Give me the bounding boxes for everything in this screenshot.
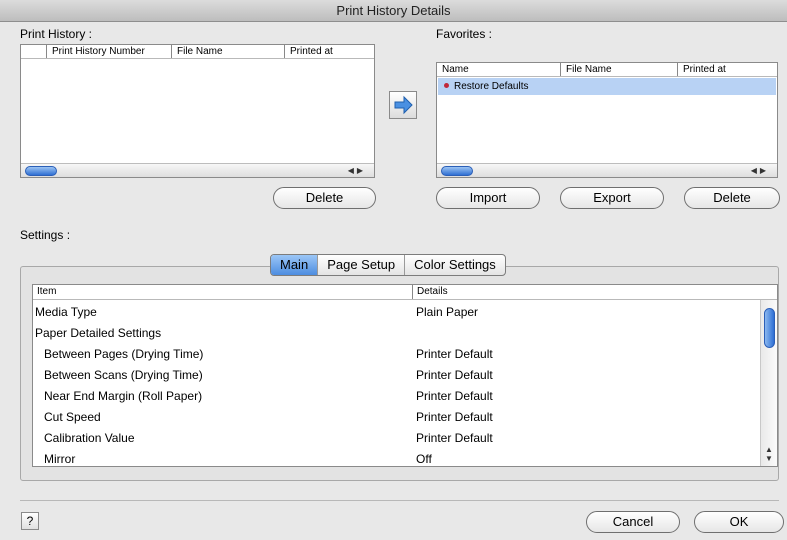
- column-name[interactable]: Name: [437, 63, 469, 76]
- favorites-label: Favorites :: [436, 27, 493, 41]
- print-history-list[interactable]: Print History Number File Name Printed a…: [20, 44, 375, 178]
- column-print-history-number[interactable]: Print History Number: [46, 45, 145, 58]
- scroll-thumb[interactable]: [25, 166, 57, 176]
- table-row[interactable]: Paper Detailed Settings: [33, 323, 759, 344]
- tab-color-settings[interactable]: Color Settings: [404, 255, 505, 275]
- import-button[interactable]: Import: [436, 187, 540, 209]
- item-cell: Cut Speed: [44, 410, 101, 424]
- favorites-list[interactable]: Name File Name Printed at Restore Defaul…: [436, 62, 778, 178]
- favorite-row[interactable]: Restore Defaults: [438, 78, 776, 95]
- tab-page-setup[interactable]: Page Setup: [317, 255, 404, 275]
- item-cell: Paper Detailed Settings: [35, 326, 162, 340]
- table-row[interactable]: Media Type Plain Paper: [33, 302, 759, 323]
- column-file-name[interactable]: File Name: [560, 63, 612, 76]
- details-cell: Printer Default: [416, 368, 493, 382]
- column-item[interactable]: Item: [33, 285, 56, 299]
- table-row[interactable]: Cut Speed Printer Default: [33, 407, 759, 428]
- scroll-arrows-icon[interactable]: ◀▶: [348, 164, 366, 177]
- details-cell: Plain Paper: [416, 305, 479, 319]
- table-row[interactable]: Near End Margin (Roll Paper) Printer Def…: [33, 386, 759, 407]
- column-details[interactable]: Details: [412, 285, 448, 299]
- settings-table[interactable]: Item Details Media Type Plain Paper Pape…: [32, 284, 778, 467]
- print-history-hscrollbar[interactable]: ◀▶: [21, 163, 374, 177]
- details-cell: Printer Default: [416, 431, 493, 445]
- item-cell: Media Type: [35, 305, 97, 319]
- cancel-button[interactable]: Cancel: [586, 511, 680, 533]
- favorite-name: Restore Defaults: [454, 81, 529, 92]
- details-cell: Off: [416, 452, 432, 466]
- settings-label: Settings :: [20, 228, 71, 242]
- favorites-delete-button[interactable]: Delete: [684, 187, 780, 209]
- help-icon[interactable]: ?: [21, 512, 39, 530]
- scroll-thumb[interactable]: [764, 308, 775, 348]
- details-cell: Printer Default: [416, 347, 493, 361]
- scroll-arrows-icon[interactable]: ◀▶: [751, 164, 769, 177]
- item-cell: Near End Margin (Roll Paper): [44, 389, 203, 403]
- add-to-favorites-button[interactable]: [389, 91, 417, 119]
- column-printed-at[interactable]: Printed at: [284, 45, 333, 58]
- settings-tabs: Main Page Setup Color Settings: [270, 254, 506, 276]
- right-arrow-icon: [394, 95, 413, 115]
- table-row[interactable]: Between Scans (Drying Time) Printer Defa…: [33, 365, 759, 386]
- settings-vscrollbar[interactable]: ▲ ▼: [760, 300, 777, 466]
- ok-button[interactable]: OK: [694, 511, 784, 533]
- window-title: Print History Details: [0, 0, 787, 22]
- settings-table-header: Item Details: [33, 285, 777, 300]
- column-file-name[interactable]: File Name: [171, 45, 223, 58]
- scroll-thumb[interactable]: [441, 166, 473, 176]
- footer-separator: [20, 500, 779, 501]
- print-history-delete-button[interactable]: Delete: [273, 187, 376, 209]
- details-cell: Printer Default: [416, 389, 493, 403]
- item-cell: Between Pages (Drying Time): [44, 347, 204, 361]
- scroll-arrows-icon[interactable]: ▲ ▼: [765, 445, 773, 463]
- details-cell: Printer Default: [416, 410, 493, 424]
- item-cell: Calibration Value: [44, 431, 135, 445]
- export-button[interactable]: Export: [560, 187, 664, 209]
- bullet-icon: [444, 83, 449, 88]
- table-row[interactable]: Calibration Value Printer Default: [33, 428, 759, 449]
- print-history-header: Print History Number File Name Printed a…: [21, 45, 374, 59]
- table-row[interactable]: Between Pages (Drying Time) Printer Defa…: [33, 344, 759, 365]
- tab-main[interactable]: Main: [271, 255, 318, 275]
- favorites-header: Name File Name Printed at: [437, 63, 777, 77]
- item-cell: Mirror: [44, 452, 76, 466]
- item-cell: Between Scans (Drying Time): [44, 368, 203, 382]
- table-row[interactable]: Mirror Off: [33, 449, 759, 466]
- favorites-hscrollbar[interactable]: ◀▶: [437, 163, 777, 177]
- column-printed-at[interactable]: Printed at: [677, 63, 726, 76]
- print-history-label: Print History :: [20, 27, 93, 41]
